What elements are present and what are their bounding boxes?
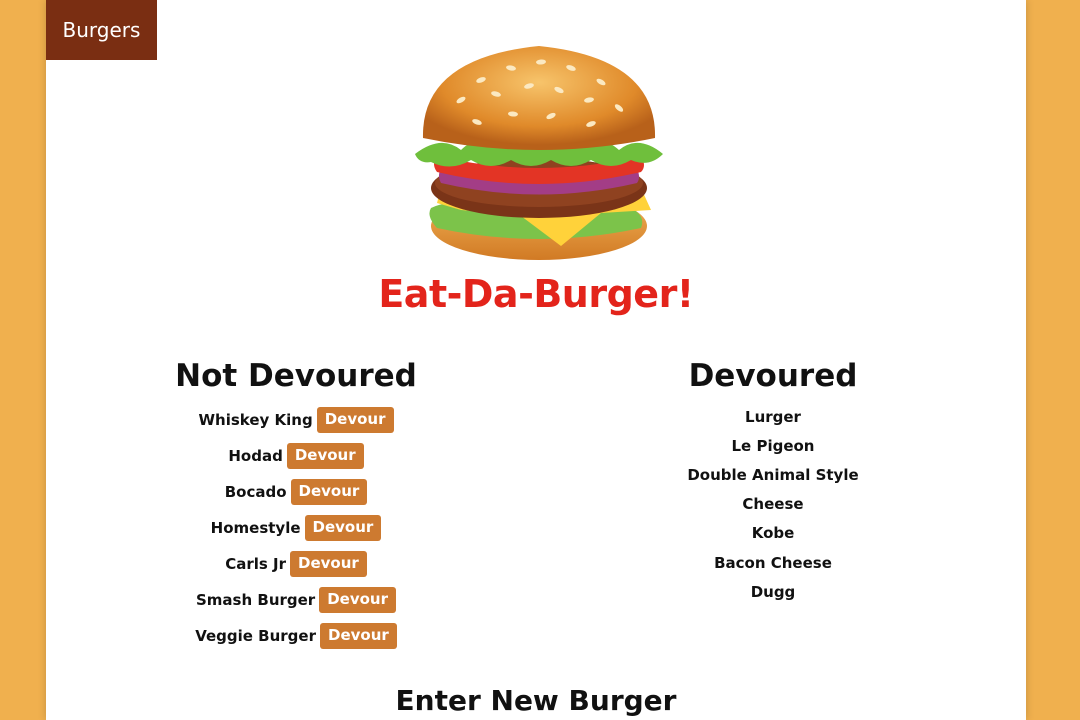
list-item: Bocado Devour [126, 474, 466, 510]
burger-name: Le Pigeon [731, 436, 815, 455]
devour-button[interactable]: Devour [316, 407, 394, 433]
list-item: Smash Burger Devour [126, 582, 466, 618]
burger-name: Smash Burger [196, 591, 316, 609]
burger-name: Hodad [228, 447, 283, 465]
list-item: Bacon Cheese [591, 548, 955, 577]
list-item: Dugg [591, 577, 955, 606]
devoured-list: Lurger Le Pigeon Double Animal Style Che… [591, 402, 955, 606]
burger-name: Double Animal Style [687, 465, 859, 484]
list-item: Homestyle Devour [126, 510, 466, 546]
list-item: Whiskey King Devour [126, 402, 466, 438]
burger-name: Bacon Cheese [714, 553, 832, 572]
list-item: Lurger [591, 402, 955, 431]
burger-name: Kobe [751, 524, 795, 543]
burger-name: Homestyle [210, 519, 301, 537]
not-devoured-column: Not Devoured Whiskey King Devour Hodad D… [126, 356, 466, 654]
devour-button[interactable]: Devour [320, 623, 397, 649]
devour-button[interactable]: Devour [304, 515, 382, 541]
page-container: Burgers Eat-Da-Burger! Not Devoured Whis… [46, 0, 1026, 720]
burger-name: Veggie Burger [195, 627, 316, 645]
devoured-heading: Devoured [688, 358, 858, 394]
list-item: Cheese [591, 490, 955, 519]
not-devoured-heading: Not Devoured [175, 358, 417, 394]
list-item: Kobe [591, 519, 955, 548]
devoured-column: Devoured Lurger Le Pigeon Double Animal … [591, 356, 955, 606]
devour-button[interactable]: Devour [286, 443, 364, 469]
list-item: Double Animal Style [591, 460, 955, 489]
not-devoured-list: Whiskey King Devour Hodad Devour Bocado … [126, 402, 466, 654]
list-item: Carls Jr Devour [126, 546, 466, 582]
burger-name: Bocado [224, 483, 287, 501]
list-item: Veggie Burger Devour [126, 618, 466, 654]
burger-name: Carls Jr [225, 555, 286, 573]
list-item: Hodad Devour [126, 438, 466, 474]
navbar-brand[interactable]: Burgers [46, 0, 157, 60]
burger-image [415, 46, 663, 260]
new-burger-heading: Enter New Burger [395, 684, 677, 717]
devour-button[interactable]: Devour [319, 587, 396, 613]
devour-button[interactable]: Devour [290, 479, 368, 505]
burger-name: Dugg [750, 582, 796, 601]
burger-name: Cheese [742, 495, 804, 514]
devour-button[interactable]: Devour [290, 551, 367, 577]
burger-name: Whiskey King [198, 411, 313, 429]
list-item: Le Pigeon [591, 431, 955, 460]
page-title: Eat-Da-Burger! [378, 272, 694, 316]
burger-name: Lurger [745, 407, 801, 426]
